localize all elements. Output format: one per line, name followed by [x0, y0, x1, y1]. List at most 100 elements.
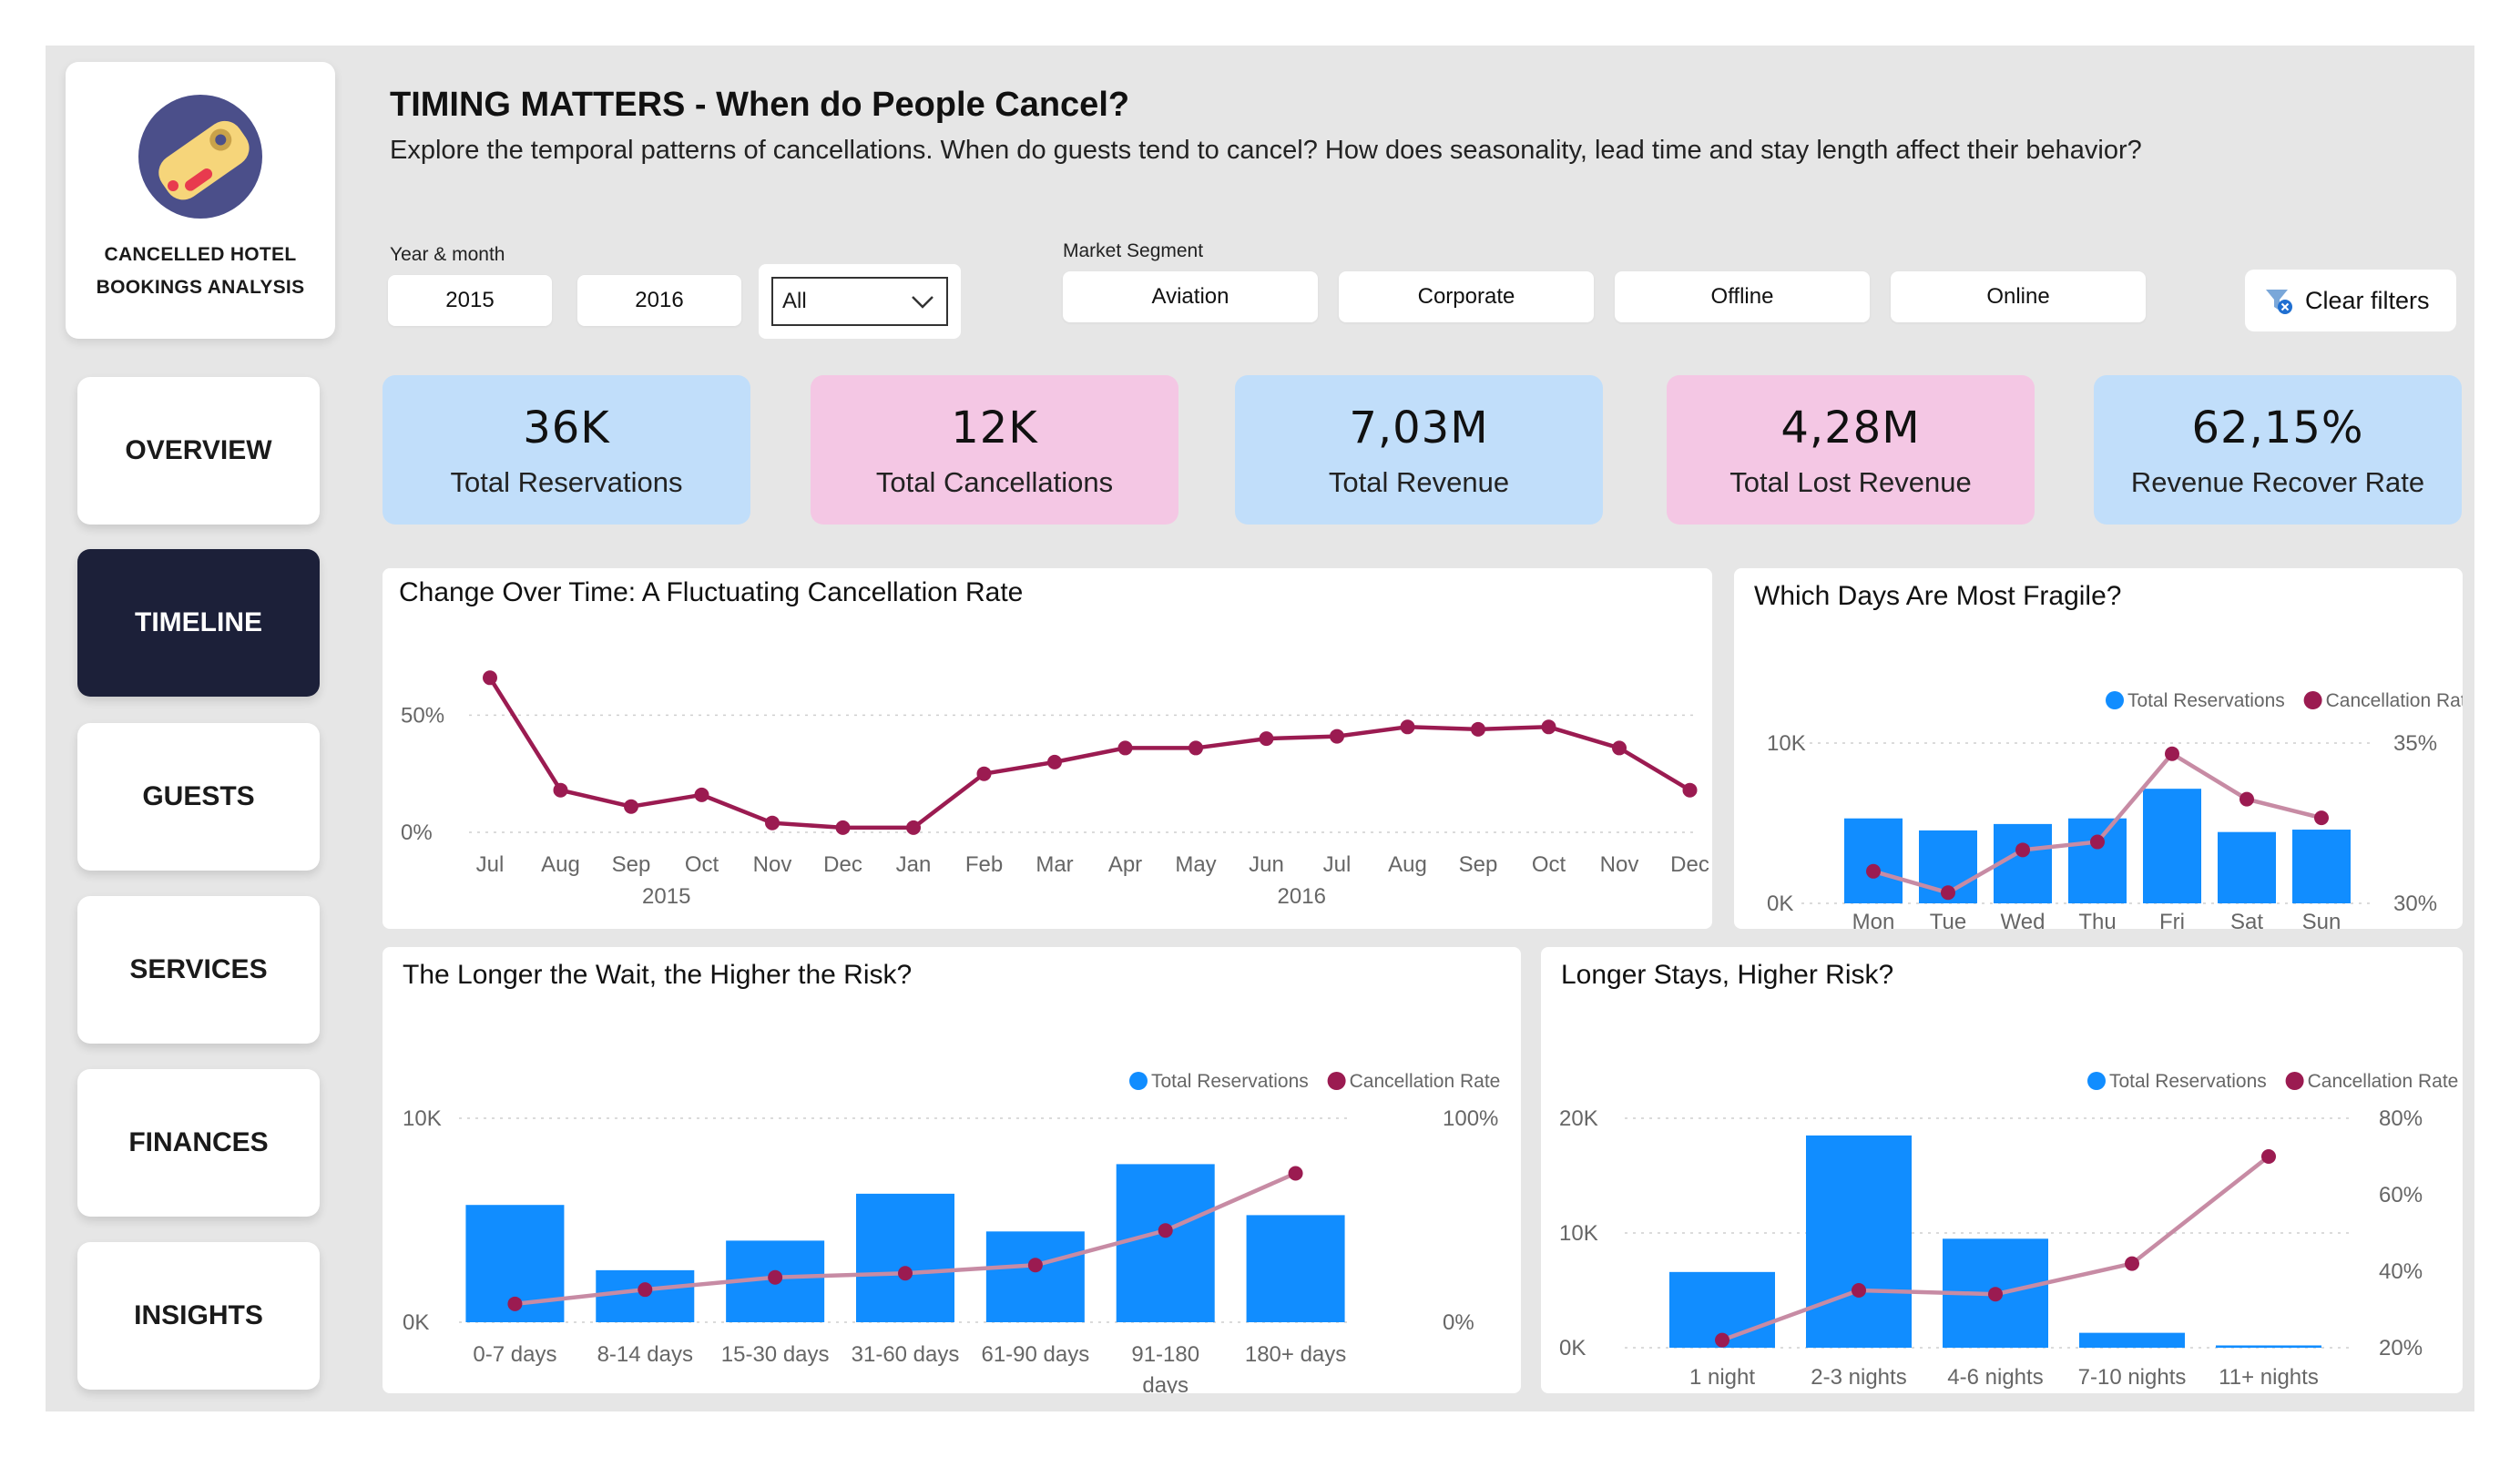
x-tick-label: Dec: [1670, 852, 1709, 877]
data-point: [1259, 731, 1274, 747]
y-left-tick-label: 10K: [1767, 731, 1806, 756]
x-tick-label: Sep: [1459, 852, 1498, 877]
x-tick-label: 7-10 nights: [2078, 1365, 2187, 1390]
data-point: [1400, 719, 1415, 735]
data-point: [1988, 1287, 2003, 1302]
data-point: [1471, 721, 1485, 737]
kpi-revenue-recover-rate: 62,15% Revenue Recover Rate: [2094, 375, 2462, 525]
segment-aviation-button[interactable]: Aviation: [1063, 271, 1318, 322]
page-subtitle: Explore the temporal patterns of cancell…: [390, 136, 2142, 165]
bar: [1844, 818, 1903, 903]
bar: [2218, 831, 2276, 903]
timeline-line-chart: 0% 50% Jul Aug Sep Oct Nov Dec Jan Feb Mar Apr May Ju…: [401, 670, 1709, 909]
kpi-total-reservations: 36K Total Reservations: [383, 375, 750, 525]
bar: [2216, 1345, 2321, 1348]
legend-label: Cancellation Rate: [2308, 1071, 2459, 1092]
nav-timeline[interactable]: TIMELINE: [77, 549, 320, 697]
kpi-value: 36K: [523, 402, 610, 453]
data-point: [638, 1282, 653, 1298]
weekday-combo-chart: 0K 10K 30% 35% Mon Tue Wed Thu Fri Sat Sun Total Re…: [1767, 690, 2463, 929]
legend-marker: [1129, 1072, 1148, 1090]
nav-insights[interactable]: INSIGHTS: [77, 1242, 320, 1390]
x-tick-label: May: [1175, 852, 1216, 877]
x-tick-label: Apr: [1108, 852, 1142, 877]
kpi-label: Total Lost Revenue: [1729, 466, 1972, 498]
kpi-label: Total Reservations: [450, 466, 683, 498]
x-tick-label: 91-180 days: [1131, 1342, 1199, 1393]
x-tick-label: Nov: [753, 852, 792, 877]
y-right-tick-label: 30%: [2393, 892, 2437, 916]
stay-chart-card: 0K 10K 20K 20% 40% 60% 80% 1 night 2-3 nights 4-6…: [1541, 947, 2463, 1393]
y-left-tick-label: 0K: [1559, 1336, 1586, 1360]
nav-overview[interactable]: OVERVIEW: [77, 377, 320, 525]
chart-title: Longer Stays, Higher Risk?: [1561, 960, 1894, 990]
y-left-tick-label: 0K: [403, 1310, 429, 1335]
data-point: [1612, 740, 1627, 756]
kpi-total-revenue: 7,03M Total Revenue: [1235, 375, 1603, 525]
segment-slicer-label: Market Segment: [1063, 240, 1204, 261]
x-tick-label: Oct: [1532, 852, 1566, 877]
data-point: [553, 782, 568, 798]
chart-title: Change Over Time: A Fluctuating Cancella…: [399, 577, 1024, 607]
kpi-value: 4,28M: [1780, 402, 1921, 453]
data-point: [1541, 719, 1556, 735]
data-point: [1941, 885, 1955, 901]
month-dropdown-container: All: [759, 264, 961, 339]
nav-finances[interactable]: FINANCES: [77, 1069, 320, 1217]
data-point: [1330, 728, 1344, 744]
clear-filter-icon: [2266, 290, 2292, 314]
x-tick-label: Jan: [896, 852, 932, 877]
data-point: [1715, 1332, 1729, 1348]
bar: [1806, 1135, 1912, 1348]
weekday-chart-card: 0K 10K 30% 35% Mon Tue Wed Thu Fri Sat Sun Total Re…: [1734, 568, 2463, 929]
x-tick-label: 31-60 days: [852, 1342, 960, 1367]
segment-online-button[interactable]: Online: [1891, 271, 2146, 322]
x-tick-label: Sat: [2230, 910, 2263, 929]
bar: [2292, 830, 2351, 903]
y-tick-label: 50%: [401, 703, 444, 728]
data-point: [2314, 810, 2329, 826]
x-tick-label: 2-3 nights: [1811, 1365, 1906, 1390]
kpi-total-lost-revenue: 4,28M Total Lost Revenue: [1667, 375, 2035, 525]
month-dropdown[interactable]: All: [771, 277, 948, 326]
nav-services[interactable]: SERVICES: [77, 896, 320, 1044]
kpi-label: Revenue Recover Rate: [2130, 466, 2425, 498]
legend-label: Total Reservations: [2109, 1071, 2267, 1092]
nav-guests[interactable]: GUESTS: [77, 723, 320, 871]
data-point: [898, 1266, 913, 1281]
x-tick-label: Aug: [541, 852, 580, 877]
segment-corporate-button[interactable]: Corporate: [1339, 271, 1594, 322]
year-2016-button[interactable]: 2016: [577, 275, 741, 326]
y-left-tick-label: 10K: [1559, 1221, 1598, 1246]
clear-filters-button[interactable]: Clear filters: [2245, 270, 2456, 331]
y-right-tick-label: 20%: [2379, 1336, 2423, 1360]
x-tick-label: Jul: [1323, 852, 1352, 877]
kpi-value: 62,15%: [2191, 402, 2364, 453]
dashboard-canvas: CANCELLED HOTEL BOOKINGS ANALYSIS OVERVI…: [46, 46, 2474, 1411]
chevron-down-icon: [912, 296, 934, 309]
data-point: [1288, 1166, 1303, 1181]
kpi-total-cancellations: 12K Total Cancellations: [811, 375, 1178, 525]
x-tick-label: 0-7 days: [473, 1342, 556, 1367]
x-tick-label: Nov: [1600, 852, 1639, 877]
x-tick-label: Fri: [2159, 910, 2185, 929]
year-2015-button[interactable]: 2015: [388, 275, 552, 326]
legend-marker: [2303, 691, 2322, 709]
legend-label: Total Reservations: [1151, 1071, 1309, 1092]
data-point: [976, 766, 992, 781]
x-tick-label: Mar: [1036, 852, 1073, 877]
legend-marker: [2106, 691, 2124, 709]
kpi-value: 7,03M: [1349, 402, 1489, 453]
leadtime-chart-card: 0K 10K 0% 100% 0-7 days 8-14 days 15-30 days 31…: [383, 947, 1521, 1393]
y-right-tick-label: 80%: [2379, 1106, 2423, 1131]
x-tick-label: 61-90 days: [981, 1342, 1089, 1367]
data-point: [2090, 834, 2105, 850]
logo-text-line2: BOOKINGS ANALYSIS: [96, 277, 305, 298]
data-point: [1866, 863, 1881, 879]
y-left-tick-label: 20K: [1559, 1106, 1598, 1131]
segment-offline-button[interactable]: Offline: [1615, 271, 1870, 322]
x-tick-label: Thu: [2078, 910, 2116, 929]
data-point: [624, 799, 638, 814]
x-tick-label: Dec: [823, 852, 862, 877]
data-point: [1158, 1223, 1173, 1238]
